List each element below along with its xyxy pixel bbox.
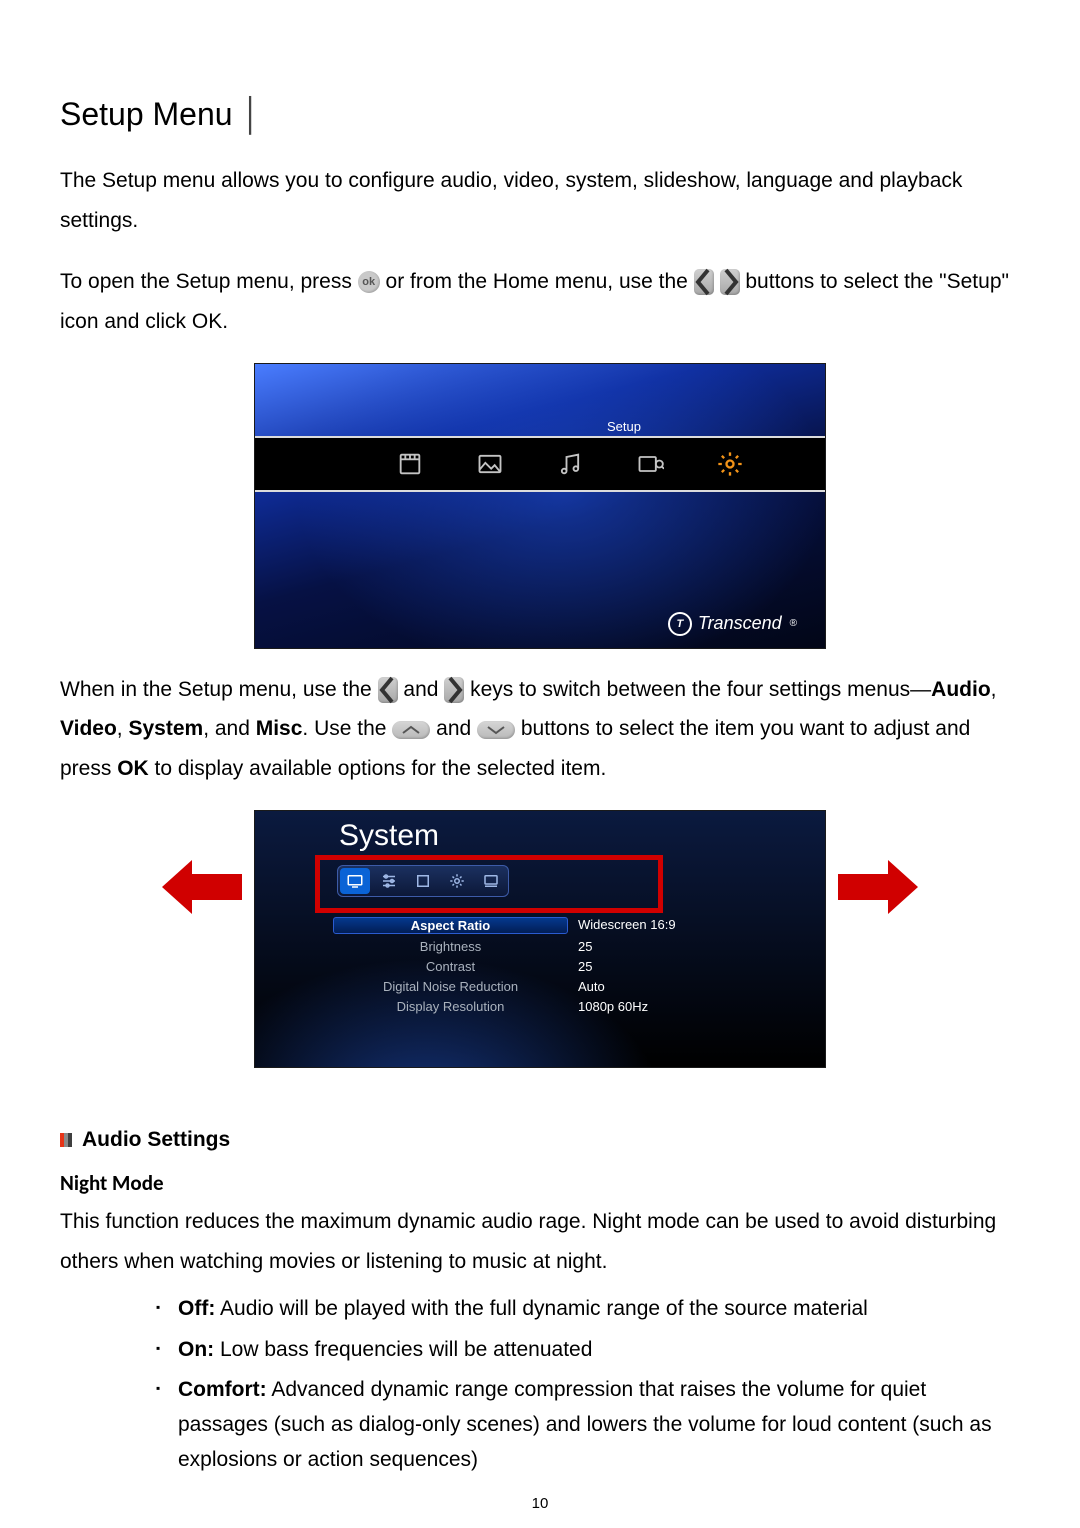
intro-text: The Setup menu allows you to configure a… [60, 169, 962, 232]
movies-icon [390, 444, 430, 484]
setting-value: Auto [568, 979, 747, 994]
setting-value: Widescreen 16:9 [568, 917, 747, 934]
setup-icon [710, 444, 750, 484]
title-pipe: │ [241, 96, 261, 132]
tab-gear-icon [442, 868, 472, 894]
right-button-icon [720, 269, 740, 295]
red-arrow-left [162, 860, 242, 914]
intro2-a: To open the Setup menu, press [60, 270, 358, 293]
system-title: System [333, 819, 445, 857]
section-bullet-icon [60, 1133, 72, 1147]
night-mode-desc: This function reduces the maximum dynami… [60, 1202, 1020, 1282]
mid-paragraph: When in the Setup menu, use the and keys… [60, 670, 1020, 790]
reg-mark: ® [790, 618, 797, 629]
intro-p2: To open the Setup menu, press ok or from… [60, 262, 1020, 342]
setting-key: Display Resolution [333, 999, 568, 1014]
right-button-icon [444, 677, 464, 703]
brand-logo: T Transcend® [668, 612, 797, 636]
setting-value: 25 [568, 959, 747, 974]
setting-value: 1080p 60Hz [568, 999, 747, 1014]
ok-bold: OK [117, 757, 149, 780]
tab-display-icon [340, 868, 370, 894]
misc-bold: Misc [256, 717, 303, 740]
setting-key: Brightness [333, 939, 568, 954]
tab-screen-icon [476, 868, 506, 894]
intro2-b: or from the Home menu, use the [386, 270, 694, 293]
list-item: On: Low bass frequencies will be attenua… [156, 1333, 1020, 1368]
left-button-icon [694, 269, 714, 295]
tab-sliders-icon [374, 868, 404, 894]
audio-settings-text: Audio Settings [82, 1128, 230, 1152]
page-number: 10 [0, 1495, 1080, 1512]
night-mode-options: Off: Audio will be played with the full … [156, 1292, 1020, 1477]
down-button-icon [477, 721, 515, 739]
system-tabs [337, 865, 509, 897]
title-text: Setup Menu [60, 96, 233, 132]
setting-key: Contrast [333, 959, 568, 974]
setting-value: 25 [568, 939, 747, 954]
music-icon [550, 444, 590, 484]
system-screenshot-wrap: System Aspect RatioWidescreen 16:9Bright… [190, 810, 890, 1068]
audio-settings-heading: Audio Settings [60, 1128, 1020, 1152]
up-button-icon [392, 721, 430, 739]
system-bold: System [128, 717, 203, 740]
tab-box-icon [408, 868, 438, 894]
settings-list: Aspect RatioWidescreen 16:9Brightness25C… [255, 911, 825, 1024]
ok-button-icon: ok [358, 271, 380, 293]
video-bold: Video [60, 717, 117, 740]
setting-key: Aspect Ratio [333, 917, 568, 934]
setup-label: Setup [607, 419, 641, 434]
section-title: Setup Menu │ [60, 96, 1020, 133]
list-item: Off: Audio will be played with the full … [156, 1292, 1020, 1327]
photos-icon [470, 444, 510, 484]
audio-bold: Audio [931, 678, 990, 701]
setting-key: Digital Noise Reduction [333, 979, 568, 994]
file-icon [630, 444, 670, 484]
home-screenshot: Setup T Transcend® [254, 363, 826, 649]
red-arrow-right [838, 860, 918, 914]
brand-text: Transcend [698, 613, 782, 634]
night-mode-heading: Night Mode [60, 1170, 1020, 1196]
intro-p1: The Setup menu allows you to configure a… [60, 161, 1020, 241]
list-item: Comfort: Advanced dynamic range compress… [156, 1373, 1020, 1477]
left-button-icon [378, 677, 398, 703]
